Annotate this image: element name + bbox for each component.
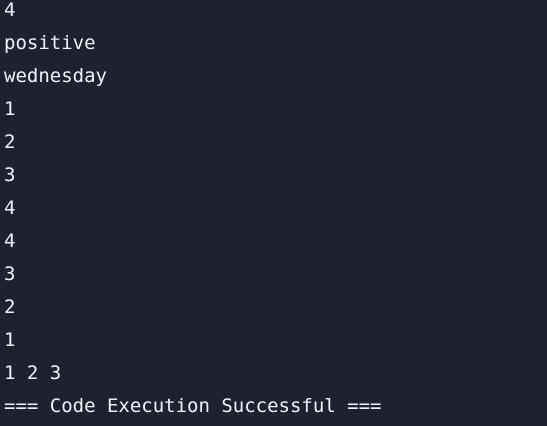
- output-line: 4: [4, 0, 16, 21]
- output-line: 1: [4, 98, 16, 120]
- output-console[interactable]: 4 positive wednesday 1 2 3 4 4 3 2 1 1 2…: [0, 0, 547, 426]
- output-line: 3: [4, 164, 16, 186]
- output-line: 2: [4, 296, 16, 318]
- output-line: 1: [4, 329, 16, 351]
- output-line: wednesday: [4, 65, 107, 87]
- output-line: 1 2 3: [4, 362, 62, 384]
- output-line: 4: [4, 230, 16, 252]
- output-line: 3: [4, 263, 16, 285]
- output-line: 2: [4, 131, 16, 153]
- output-line: 4: [4, 197, 16, 219]
- output-lines: 4 positive wednesday 1 2 3 4 4 3 2 1 1 2…: [4, 0, 382, 423]
- output-line: positive: [4, 32, 96, 54]
- execution-status-line: === Code Execution Successful ===: [4, 395, 382, 417]
